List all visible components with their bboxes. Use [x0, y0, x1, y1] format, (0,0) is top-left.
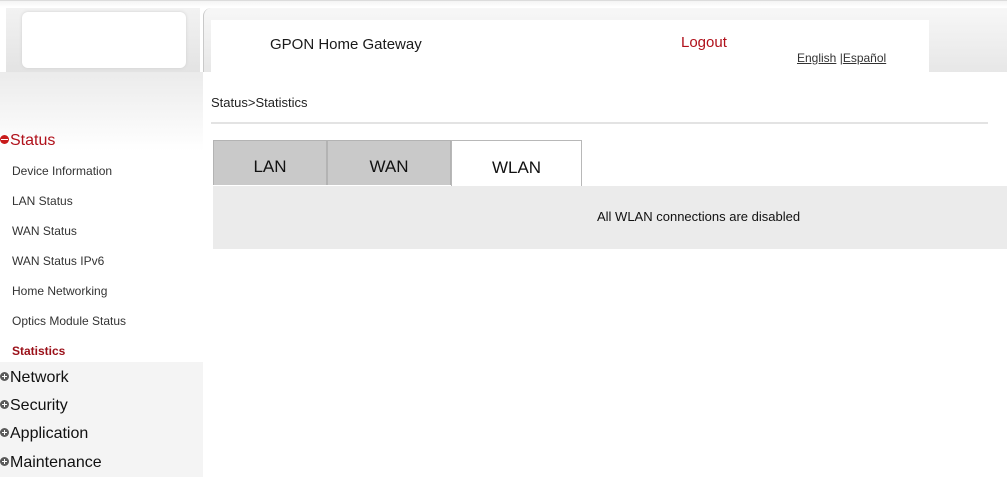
sidebar-section-network[interactable]: Network: [0, 369, 69, 387]
breadcrumb-divider: [211, 122, 988, 124]
tab-wan[interactable]: WAN: [327, 140, 451, 185]
sidebar-section-label: Status: [10, 132, 56, 149]
collapse-bullet-icon: [0, 135, 9, 144]
language-switcher: English |Español: [797, 51, 886, 65]
sidebar-section-label: Security: [10, 397, 68, 414]
logout-link[interactable]: Logout: [681, 34, 727, 51]
status-message: All WLAN connections are disabled: [597, 209, 801, 224]
expand-bullet-icon: [0, 457, 9, 466]
sidebar-item-wan-status[interactable]: WAN Status: [12, 224, 77, 238]
sidebar-section-label: Application: [10, 425, 89, 442]
sidebar-section-label: Maintenance: [10, 454, 102, 471]
sidebar-item-home-networking[interactable]: Home Networking: [12, 284, 107, 298]
sidebar-section-application[interactable]: Application: [0, 425, 88, 443]
tab-lan[interactable]: LAN: [213, 140, 327, 185]
expand-bullet-icon: [0, 428, 9, 437]
sidebar: Status Device Information LAN Status WAN…: [0, 72, 203, 477]
sidebar-section-maintenance[interactable]: Maintenance: [0, 454, 102, 472]
gateway-title: GPON Home Gateway: [270, 36, 422, 53]
breadcrumb: Status>Statistics: [211, 95, 308, 110]
sidebar-section-status[interactable]: Status: [0, 132, 55, 150]
sidebar-section-security[interactable]: Security: [0, 397, 68, 415]
expand-bullet-icon: [0, 400, 9, 409]
english-link[interactable]: English: [797, 51, 836, 65]
logo-area: [6, 8, 200, 72]
sidebar-item-statistics[interactable]: Statistics: [12, 344, 65, 358]
espanol-link[interactable]: Español: [843, 51, 886, 65]
sidebar-item-wan-status-ipv6[interactable]: WAN Status IPv6: [12, 254, 104, 268]
top-border: [0, 0, 1007, 7]
sidebar-item-optics-module-status[interactable]: Optics Module Status: [12, 314, 126, 328]
logo-panel: [22, 12, 186, 68]
sidebar-section-label: Network: [10, 369, 69, 386]
tab-wlan[interactable]: WLAN: [451, 140, 582, 186]
expand-bullet-icon: [0, 372, 9, 381]
sidebar-item-device-information[interactable]: Device Information: [12, 164, 112, 178]
sidebar-item-lan-status[interactable]: LAN Status: [12, 194, 73, 208]
